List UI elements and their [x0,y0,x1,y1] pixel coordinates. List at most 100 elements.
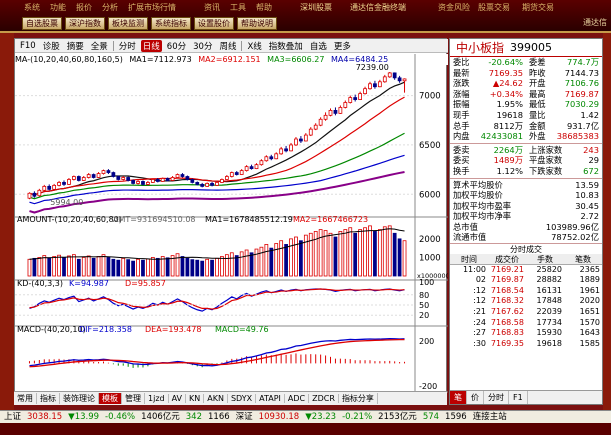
candle-body[interactable] [274,153,279,160]
toolbar-item[interactable]: X线 [245,40,263,52]
candle-body[interactable] [289,144,293,152]
candle-body[interactable] [27,192,32,199]
candle-body[interactable] [294,138,298,146]
candle-body[interactable] [254,164,259,170]
candle-body[interactable] [259,160,264,166]
candle-body[interactable] [190,179,195,183]
indicator-tab[interactable]: KN [186,394,205,403]
candle-body[interactable] [150,179,155,183]
toolbar-item[interactable]: 摘要 [65,40,86,52]
system-indicator-button[interactable]: 系统指标 [151,17,191,30]
candle-body[interactable] [136,181,140,184]
candle-body[interactable] [348,97,353,103]
toolbar-item[interactable]: F10 [18,41,38,51]
chart-area[interactable]: F10 诊股 摘要 全景 分时 日线 60分 30分 周线 X线 指数叠加 自选 更多 MA-(10,2… [14,38,448,406]
candle-body[interactable] [76,176,81,181]
sector-monitor-button[interactable]: 板块监测 [108,17,148,30]
candle-body[interactable] [185,176,190,180]
candle-body[interactable] [299,138,303,142]
indicator-tab[interactable]: 1jzd [145,394,169,403]
indicator-tab[interactable]: ADC [285,394,310,403]
indicator-tab[interactable]: 指标分享 [339,393,378,404]
candle-body[interactable] [284,148,288,152]
candle-body[interactable] [86,174,91,178]
candle-body[interactable] [220,179,224,183]
toolbar-item[interactable]: 指数叠加 [267,40,305,52]
menu-item-help[interactable]: 帮助 [256,2,272,13]
candle-body[interactable] [224,176,229,180]
candle-body[interactable] [373,83,377,88]
candle-body[interactable] [377,81,382,88]
candle-body[interactable] [131,180,135,184]
menu-item-risk[interactable]: 资金风险 [438,2,470,13]
menu-item-function[interactable]: 功能 [50,2,66,13]
kline-chart[interactable]: 6000 6500 7000 7239.00 5994.00 AMOUNT-(10,20,… [15,54,448,406]
candle-body[interactable] [146,182,150,185]
candle-body[interactable] [269,156,274,160]
indicator-tab[interactable]: ZDCR [309,394,339,403]
menu-item-analysis[interactable]: 分析 [102,2,118,13]
candle-body[interactable] [81,177,86,181]
candle-body[interactable] [308,128,313,136]
candle-body[interactable] [52,184,57,190]
candle-body[interactable] [234,172,239,175]
toolbar-item[interactable]: 30分 [191,40,214,52]
candle-body[interactable] [215,182,219,186]
candle-body[interactable] [333,110,338,114]
candle-body[interactable] [106,170,111,173]
toolbar-item[interactable]: 自选 [308,40,329,52]
toolbar-item[interactable]: 周线 [217,40,238,52]
indicator-tab[interactable]: 指标 [37,393,60,404]
candle-body[interactable] [116,176,121,180]
quote-tab[interactable]: 分时 [484,391,509,404]
candle-body[interactable] [205,183,210,187]
candle-body[interactable] [402,78,407,82]
candle-body[interactable] [126,177,131,181]
toolbar-item[interactable]: 更多 [332,40,353,52]
candle-body[interactable] [382,76,387,83]
candle-body[interactable] [279,148,284,155]
candle-body[interactable] [343,102,348,108]
candle-body[interactable] [323,114,328,120]
candle-body[interactable] [318,118,323,126]
indicator-tab[interactable]: 模板 [99,393,122,404]
candle-body[interactable] [387,72,392,78]
candle-body[interactable] [32,192,37,197]
price-setting-button[interactable]: 设置股价 [194,17,234,30]
menu-item-futures-trade[interactable]: 期货交易 [522,2,554,13]
candle-body[interactable] [249,166,254,170]
candle-body[interactable] [338,107,343,114]
candle-body[interactable] [111,172,116,177]
candle-body[interactable] [397,77,402,82]
watchlist-button[interactable]: 自选股票 [22,17,62,30]
indicator-tab[interactable]: AKN [204,394,228,403]
indicator-tab[interactable]: SDYX [228,394,257,403]
candle-body[interactable] [180,174,185,177]
candle-body[interactable] [175,174,180,178]
candle-body[interactable] [72,176,76,180]
indicator-tab[interactable]: 装饰理论 [60,393,99,404]
candle-body[interactable] [358,93,362,100]
candle-body[interactable] [392,72,397,79]
candle-body[interactable] [313,124,318,130]
toolbar-item[interactable]: 分时 [117,40,138,52]
candle-body[interactable] [96,173,101,178]
candle-body[interactable] [229,172,234,177]
quote-tab[interactable]: 笔 [450,391,467,404]
indicator-tab[interactable]: 常用 [14,393,37,404]
candle-body[interactable] [244,166,249,171]
candle-body[interactable] [264,156,269,162]
candle-body[interactable] [42,185,47,191]
candle-body[interactable] [239,170,244,175]
candle-body[interactable] [363,88,367,95]
menu-item-system[interactable]: 系统 [24,2,40,13]
toolbar-item[interactable]: 60分 [165,40,188,52]
candle-body[interactable] [328,110,333,116]
candle-body[interactable] [160,178,165,182]
candle-body[interactable] [37,189,42,197]
menu-item-extended-market[interactable]: 扩展市场行情 [128,2,176,13]
candle-body[interactable] [121,177,126,180]
toolbar-item[interactable]: 诊股 [41,40,62,52]
indicator-tab[interactable]: AV [169,394,187,403]
candle-body[interactable] [62,182,66,185]
